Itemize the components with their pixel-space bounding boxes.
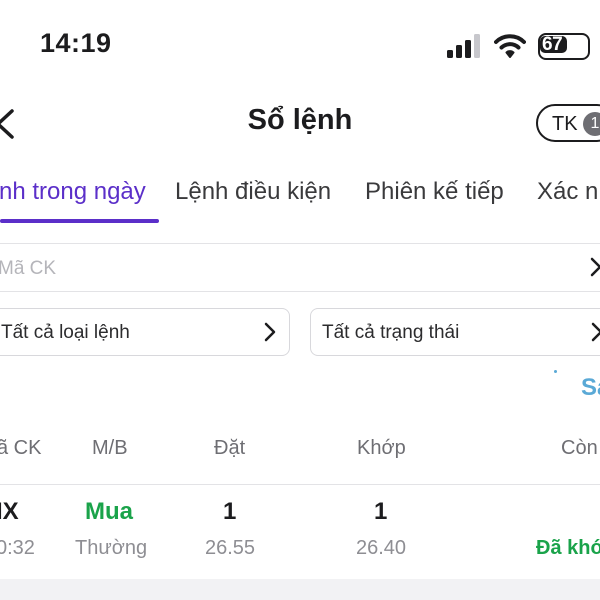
tab-confirmation[interactable]: Xác nh bbox=[537, 178, 600, 206]
row-order-price: 26.55 bbox=[205, 537, 256, 559]
page-title: Sổ lệnh bbox=[247, 104, 353, 136]
active-tab-indicator bbox=[0, 219, 159, 223]
search-divider bbox=[0, 291, 600, 292]
tab-next-session[interactable]: Phiên kế tiếp bbox=[365, 178, 504, 206]
column-header-matched: Khớp bbox=[357, 437, 406, 459]
symbol-search-field[interactable]: Mã CK bbox=[0, 244, 600, 290]
order-type-filter-label: Tất cả loại lệnh bbox=[1, 322, 130, 343]
chevron-right-icon bbox=[264, 322, 276, 342]
order-type-filter[interactable]: Tất cả loại lệnh bbox=[0, 308, 290, 356]
table-row[interactable]: IX 0:32 Mua Thường 1 26.55 1 26.40 Đã kh… bbox=[0, 485, 600, 579]
cellular-signal-icon bbox=[447, 34, 480, 58]
order-status-filter-label: Tất cả trạng thái bbox=[322, 322, 460, 343]
column-header-order: Đặt bbox=[214, 437, 246, 459]
row-time: 0:32 bbox=[0, 537, 35, 559]
row-status: Đã khớ bbox=[536, 537, 600, 559]
row-side: Mua bbox=[85, 498, 133, 525]
status-time: 14:19 bbox=[40, 28, 112, 58]
battery-icon: 67 bbox=[536, 33, 600, 60]
wifi-icon bbox=[494, 34, 526, 58]
chevron-right-icon bbox=[590, 257, 600, 277]
account-label: TK bbox=[552, 113, 578, 135]
account-switcher-button[interactable]: TK 1 bbox=[536, 104, 600, 142]
column-header-side: M/B bbox=[92, 437, 128, 459]
next-row-background bbox=[0, 579, 600, 600]
tab-conditional-orders[interactable]: Lệnh điều kiện bbox=[175, 178, 331, 206]
battery-percentage: 67 bbox=[542, 34, 563, 55]
column-header-remaining: Còn bbox=[561, 437, 598, 459]
row-matched-quantity: 1 bbox=[374, 498, 388, 525]
row-order-quantity: 1 bbox=[223, 498, 237, 525]
action-link[interactable]: Sa bbox=[581, 374, 600, 402]
chevron-right-icon bbox=[591, 322, 600, 342]
order-status-filter[interactable]: Tất cả trạng thái bbox=[310, 308, 600, 356]
search-placeholder: Mã CK bbox=[0, 258, 57, 279]
row-order-type: Thường bbox=[75, 537, 148, 559]
account-number-badge: 1 bbox=[583, 112, 600, 136]
decorative-dot bbox=[554, 370, 557, 373]
row-symbol: IX bbox=[0, 498, 19, 525]
row-matched-price: 26.40 bbox=[356, 537, 407, 559]
column-header-symbol: ã CK bbox=[0, 437, 42, 459]
tab-intraday-orders[interactable]: nh trong ngày bbox=[0, 178, 146, 206]
